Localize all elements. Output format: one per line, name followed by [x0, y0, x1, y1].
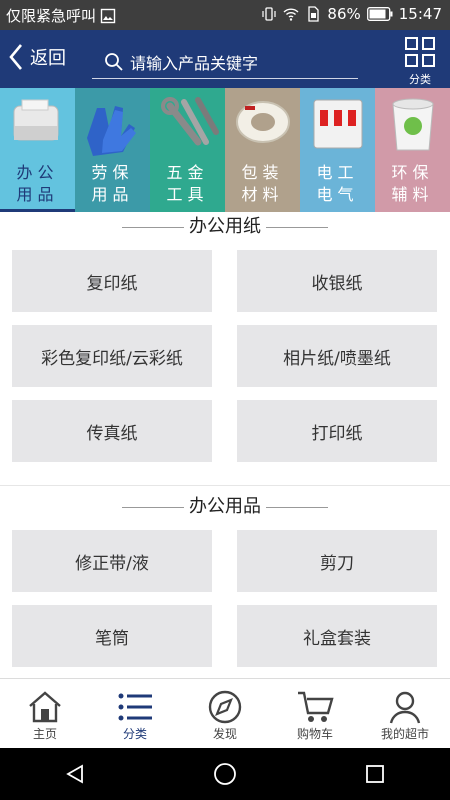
product-item[interactable]: 修正带/液: [12, 530, 212, 592]
product-item[interactable]: 彩色复印纸/云彩纸: [12, 325, 212, 387]
category-label-line2: 工具: [166, 185, 209, 204]
product-item[interactable]: 复印纸: [12, 250, 212, 312]
category-label: 分类: [409, 73, 431, 86]
section-divider: [0, 474, 450, 486]
vibrate-icon: [262, 7, 277, 21]
search-input[interactable]: 请输入产品关键字: [92, 45, 358, 79]
triangle-back-icon: [66, 764, 83, 784]
category-label-line1: 办公: [16, 163, 59, 182]
bottom-tabbar: 主页 分类 发现 购物车 我的超市: [0, 678, 450, 748]
compass-icon: [208, 690, 242, 724]
square-recents-icon: [366, 765, 384, 783]
carrier-text: 仅限紧急呼叫: [6, 7, 97, 25]
category-tab-office-supplies[interactable]: 办公 用品: [0, 88, 75, 212]
sim-icon: [308, 6, 320, 22]
category-button[interactable]: 分类: [402, 36, 438, 87]
tab-cart[interactable]: 购物车: [270, 679, 360, 748]
category-label-line2: 电气: [316, 185, 359, 204]
category-label-line2: 用品: [16, 185, 59, 204]
category-label-line1: 环保: [391, 163, 434, 182]
status-right: 86% 15:47: [261, 5, 442, 23]
search-placeholder: 请输入产品关键字: [130, 53, 259, 73]
wifi-icon: [283, 8, 299, 21]
back-label: 返回: [30, 48, 66, 69]
nav-home-button[interactable]: [205, 754, 245, 794]
tab-label: 发现: [212, 727, 237, 741]
category-tab-eco-materials[interactable]: 环保 辅料: [375, 88, 450, 212]
category-label-line1: 电工: [316, 163, 359, 182]
product-item[interactable]: 相片纸/喷墨纸: [237, 325, 437, 387]
category-label-line1: 五金: [166, 163, 209, 182]
category-tab-electrical[interactable]: 电工 电气: [300, 88, 375, 212]
circle-home-icon: [214, 763, 236, 785]
tab-my-market[interactable]: 我的超市: [360, 679, 450, 748]
chevron-left-icon: [9, 44, 22, 70]
list-icon: [118, 693, 152, 721]
category-label-line1: 包装: [241, 163, 284, 182]
category-tab-hardware-tools[interactable]: 五金 工具: [150, 88, 225, 212]
section-title: 办公用品: [0, 492, 450, 526]
search-icon: [105, 52, 123, 71]
tab-label: 我的超市: [380, 727, 429, 741]
category-label-line1: 劳保: [91, 163, 134, 182]
battery-percent: 86%: [327, 5, 361, 23]
home-icon: [29, 691, 61, 723]
app-header: 返回 请输入产品关键字 分类: [0, 30, 450, 88]
product-item[interactable]: 收银纸: [237, 250, 437, 312]
product-item[interactable]: 传真纸: [12, 400, 212, 462]
back-button[interactable]: 返回: [8, 42, 66, 72]
product-item[interactable]: 打印纸: [237, 400, 437, 462]
product-item[interactable]: 笔筒: [12, 605, 212, 667]
category-tab-labor-protection[interactable]: 劳保 用品: [75, 88, 150, 212]
cart-icon: [298, 691, 334, 722]
tab-discover[interactable]: 发现: [180, 679, 270, 748]
title-divider: [122, 227, 184, 228]
category-label-line2: 材料: [241, 185, 284, 204]
tab-label: 主页: [32, 727, 57, 741]
status-bar: 仅限紧急呼叫 86% 15:47: [0, 0, 450, 30]
nav-recents-button[interactable]: [355, 754, 395, 794]
tab-label: 购物车: [296, 727, 333, 741]
section-title-text: 办公用纸: [189, 216, 261, 237]
tab-home[interactable]: 主页: [0, 679, 90, 748]
product-grid: 修正带/液 剪刀 笔筒 礼盒套装: [0, 526, 450, 678]
section-title: 办公用纸: [0, 212, 450, 246]
title-divider: [266, 507, 328, 508]
title-divider: [266, 227, 328, 228]
user-icon: [389, 691, 421, 724]
section-office-supplies: 办公用品 修正带/液 剪刀 笔筒 礼盒套装: [0, 492, 450, 678]
tab-label: 分类: [122, 727, 147, 741]
grid-icon: [405, 37, 435, 67]
tab-category[interactable]: 分类: [90, 679, 180, 748]
category-content[interactable]: 办公用纸 复印纸 收银纸 彩色复印纸/云彩纸 相片纸/喷墨纸 传真纸 打印纸 办…: [0, 212, 450, 678]
category-label-line2: 辅料: [391, 185, 434, 204]
category-tabs: 办公 用品 劳保 用品 五金 工具 包装 材料 电工 电气 环保 辅料: [0, 88, 450, 212]
status-left: 仅限紧急呼叫: [6, 5, 116, 26]
image-icon: [100, 8, 116, 23]
product-item[interactable]: 剪刀: [237, 530, 437, 592]
section-office-paper: 办公用纸 复印纸 收银纸 彩色复印纸/云彩纸 相片纸/喷墨纸 传真纸 打印纸: [0, 212, 450, 486]
product-item[interactable]: 礼盒套装: [237, 605, 437, 667]
battery-icon: [366, 7, 393, 21]
category-label-line2: 用品: [91, 185, 134, 204]
category-tab-packaging[interactable]: 包装 材料: [225, 88, 300, 212]
system-navbar: [0, 748, 450, 800]
title-divider: [122, 507, 184, 508]
product-grid: 复印纸 收银纸 彩色复印纸/云彩纸 相片纸/喷墨纸 传真纸 打印纸: [0, 246, 450, 462]
nav-back-button[interactable]: [55, 754, 95, 794]
section-title-text: 办公用品: [189, 496, 261, 517]
clock-time: 15:47: [398, 5, 442, 23]
